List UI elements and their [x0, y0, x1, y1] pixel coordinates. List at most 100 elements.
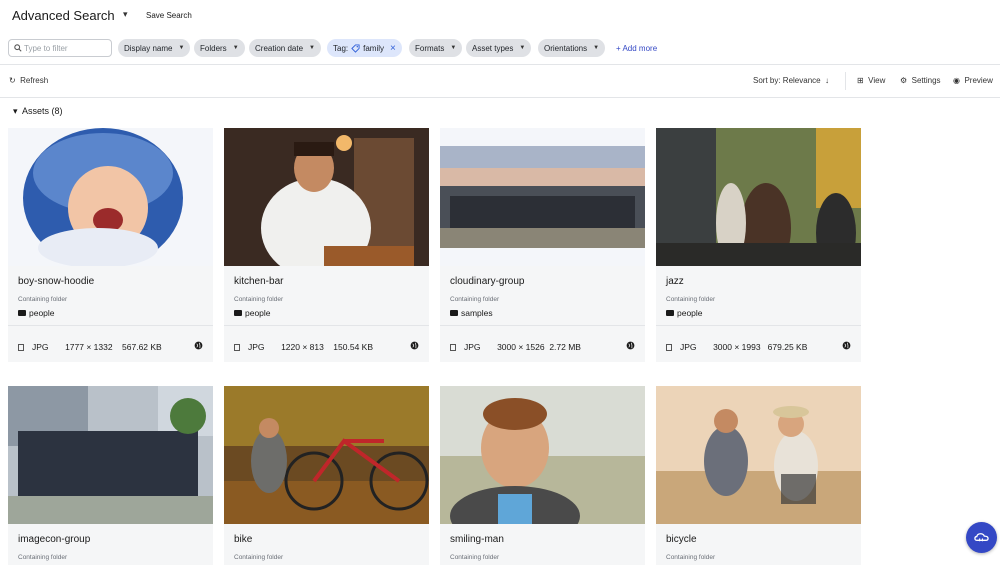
chevron-down-icon: ▼	[309, 45, 315, 51]
chevron-down-icon: ▼	[178, 45, 185, 51]
results-toolbar: ↻ Refresh Sort by: Relevance ↓ ⊞ View ⚙ …	[0, 70, 1000, 92]
globe-icon	[626, 341, 635, 350]
image-file-icon	[666, 344, 672, 351]
header: Advanced Search ▾ Save Search	[0, 0, 1000, 32]
filter-chip-folders[interactable]: Folders ▼	[194, 39, 245, 57]
image-file-icon	[234, 344, 240, 351]
folder-name: people	[677, 308, 703, 318]
filter-chip-orientations[interactable]: Orientations ▼	[538, 39, 606, 57]
asset-thumbnail[interactable]	[656, 128, 861, 266]
folder-label: Containing folder	[18, 554, 68, 561]
asset-meta: JPG 1777 × 1332 567.62 KB	[18, 342, 162, 352]
chevron-down-icon: ▼	[519, 45, 526, 51]
close-icon[interactable]: ×	[390, 43, 396, 54]
filter-input-box[interactable]	[8, 39, 112, 57]
asset-card[interactable]: kitchen-bar Containing folder people JPG…	[224, 128, 429, 362]
folder-icon	[450, 310, 458, 316]
help-chat-button[interactable]	[966, 522, 997, 553]
folder-label: Containing folder	[450, 296, 500, 303]
chip-label: Orientations	[544, 43, 588, 53]
assets-section-header[interactable]: ▾ Assets (8)	[13, 106, 63, 117]
asset-folder[interactable]: samples	[450, 308, 493, 318]
save-search-button[interactable]: Save Search	[146, 11, 192, 20]
globe-icon	[842, 341, 851, 350]
asset-thumbnail[interactable]	[224, 128, 429, 266]
chip-label: Tag:	[333, 43, 349, 53]
folder-icon	[234, 310, 242, 316]
chip-value: family	[363, 43, 385, 53]
folder-icon	[18, 310, 26, 316]
tag-icon	[351, 43, 360, 53]
asset-size: 150.54 KB	[333, 342, 373, 352]
asset-thumbnail[interactable]	[440, 128, 645, 266]
asset-card[interactable]: boy-snow-hoodie Containing folder people…	[8, 128, 213, 362]
asset-size: 567.62 KB	[122, 342, 162, 352]
asset-thumbnail[interactable]	[224, 386, 429, 524]
asset-card[interactable]: imagecon-group Containing folder	[8, 386, 213, 565]
folder-label: Containing folder	[234, 296, 284, 303]
jazz-photo	[656, 128, 861, 266]
chevron-down-icon: ▼	[232, 45, 239, 51]
asset-name: bicycle	[666, 534, 697, 545]
asset-name: kitchen-bar	[234, 276, 284, 287]
image-file-icon	[450, 344, 456, 351]
asset-folder[interactable]: people	[234, 308, 271, 318]
folder-label: Containing folder	[18, 296, 68, 303]
page-title: Advanced Search	[12, 8, 115, 23]
add-more-filters-button[interactable]: + Add more	[616, 44, 657, 53]
filter-chip-formats[interactable]: Formats ▼	[409, 39, 463, 57]
asset-meta: JPG 3000 × 1526 2.72 MB	[450, 342, 581, 352]
asset-folder[interactable]: people	[666, 308, 703, 318]
folder-icon	[666, 310, 674, 316]
settings-label: Settings	[911, 76, 941, 85]
asset-name: jazz	[666, 276, 684, 287]
boy-snow-photo	[8, 128, 213, 266]
filter-chip-display-name[interactable]: Display name ▼	[118, 39, 191, 57]
eye-icon: ◉	[953, 76, 960, 85]
asset-meta: JPG 3000 × 1993 679.25 KB	[666, 342, 807, 352]
asset-card[interactable]: cloudinary-group Containing folder sampl…	[440, 128, 645, 362]
asset-thumbnail[interactable]	[440, 386, 645, 524]
asset-dimensions: 1220 × 813	[281, 342, 324, 352]
folder-name: people	[29, 308, 55, 318]
filter-input[interactable]	[24, 42, 108, 55]
folder-label: Containing folder	[666, 296, 716, 303]
bicycle-photo	[656, 386, 861, 524]
refresh-button[interactable]: ↻ Refresh	[9, 76, 48, 85]
chevron-down-icon: ▼	[450, 45, 457, 51]
settings-button[interactable]: ⚙ Settings	[900, 76, 941, 85]
asset-format: JPG	[32, 342, 49, 352]
bike-photo	[224, 386, 429, 524]
title-dropdown-caret-icon[interactable]: ▾	[123, 9, 128, 20]
asset-card[interactable]: bike Containing folder	[224, 386, 429, 565]
asset-format: JPG	[248, 342, 265, 352]
chevron-down-icon: ▼	[593, 45, 600, 51]
filter-bar: Display name ▼ Folders ▼ Creation date ▼…	[0, 37, 1000, 59]
asset-card[interactable]: smiling-man Containing folder	[440, 386, 645, 565]
filter-chip-tag[interactable]: Tag: family ×	[327, 39, 402, 57]
filter-chip-creation-date[interactable]: Creation date ▼	[249, 39, 321, 57]
preview-button[interactable]: ◉ Preview	[953, 76, 993, 85]
chip-label: Formats	[415, 43, 445, 53]
asset-thumbnail[interactable]	[8, 128, 213, 266]
divider	[224, 325, 429, 326]
asset-thumbnail[interactable]	[656, 386, 861, 524]
globe-icon	[410, 341, 419, 350]
asset-dimensions: 3000 × 1526	[497, 342, 545, 352]
filter-chip-asset-types[interactable]: Asset types ▼	[466, 39, 532, 57]
cloud-icon	[974, 533, 989, 542]
asset-thumbnail[interactable]	[8, 386, 213, 524]
imagecon-group-photo	[8, 386, 213, 524]
asset-card[interactable]: jazz Containing folder people JPG 3000 ×…	[656, 128, 861, 362]
asset-card[interactable]: bicycle Containing folder	[656, 386, 861, 565]
asset-name: bike	[234, 534, 253, 545]
asset-format: JPG	[464, 342, 481, 352]
gear-icon: ⚙	[900, 76, 908, 85]
assets-count-label: Assets (8)	[22, 106, 63, 116]
sort-dropdown[interactable]: Sort by: Relevance ↓	[753, 76, 829, 85]
asset-folder[interactable]: people	[18, 308, 55, 318]
search-icon	[14, 44, 22, 52]
view-button[interactable]: ⊞ View	[857, 76, 885, 85]
folder-name: people	[245, 308, 271, 318]
chip-label: Folders	[200, 43, 227, 53]
